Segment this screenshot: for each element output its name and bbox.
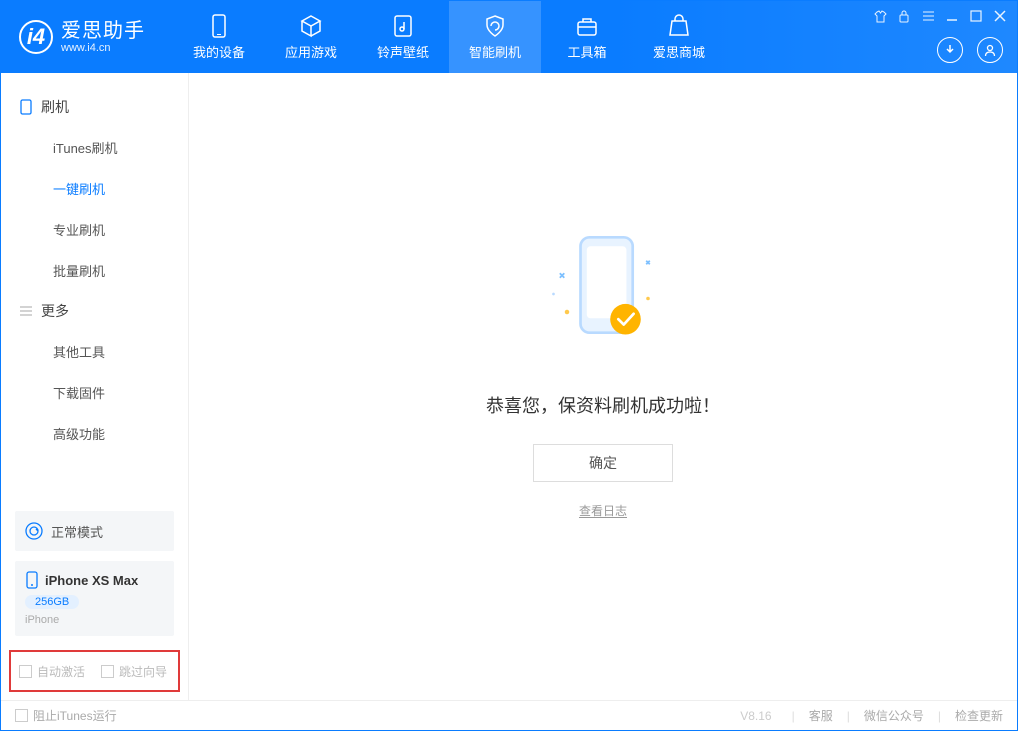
- sidebar-item-pro-flash[interactable]: 专业刷机: [1, 209, 188, 250]
- sidebar-item-other-tools[interactable]: 其他工具: [1, 331, 188, 372]
- device-info[interactable]: iPhone XS Max 256GB iPhone: [15, 561, 174, 636]
- app-header: i4 爱思助手 www.i4.cn 我的设备 应用游戏 铃声壁纸 智能刷机 工具…: [1, 1, 1017, 73]
- sidebar-item-advanced[interactable]: 高级功能: [1, 413, 188, 454]
- sidebar-group-flash: 刷机: [1, 87, 188, 127]
- tab-flash[interactable]: 智能刷机: [449, 1, 541, 73]
- sidebar-item-download-firmware[interactable]: 下载固件: [1, 372, 188, 413]
- menu-icon[interactable]: [921, 9, 935, 23]
- sidebar: 刷机 iTunes刷机 一键刷机 专业刷机 批量刷机 更多 其他工具 下载固件 …: [1, 73, 189, 700]
- confirm-button[interactable]: 确定: [533, 444, 673, 482]
- tab-ringtones[interactable]: 铃声壁纸: [357, 1, 449, 73]
- user-icon[interactable]: [977, 37, 1003, 63]
- success-illustration: [513, 214, 693, 374]
- mode-indicator[interactable]: 正常模式: [15, 511, 174, 551]
- checkbox-skip-guide[interactable]: 跳过向导: [101, 663, 167, 680]
- download-icon[interactable]: [937, 37, 963, 63]
- main-nav: 我的设备 应用游戏 铃声壁纸 智能刷机 工具箱 爱思商城: [173, 1, 725, 73]
- list-icon: [19, 305, 33, 317]
- device-icon: [19, 99, 33, 115]
- checkbox-block-itunes[interactable]: 阻止iTunes运行: [15, 707, 117, 724]
- tab-toolbox[interactable]: 工具箱: [541, 1, 633, 73]
- lock-icon[interactable]: [897, 9, 911, 23]
- device-name-text: iPhone XS Max: [45, 573, 138, 588]
- status-bar: 阻止iTunes运行 V8.16 | 客服 | 微信公众号 | 检查更新: [1, 700, 1017, 730]
- sidebar-item-oneclick-flash[interactable]: 一键刷机: [1, 168, 188, 209]
- sync-icon: [25, 522, 43, 540]
- checkbox-icon: [19, 665, 32, 678]
- device-type: iPhone: [25, 614, 164, 626]
- phone-outline-icon: [25, 571, 39, 589]
- view-log-link[interactable]: 查看日志: [579, 502, 627, 519]
- tab-apps[interactable]: 应用游戏: [265, 1, 357, 73]
- device-storage: 256GB: [25, 595, 79, 609]
- sidebar-item-batch-flash[interactable]: 批量刷机: [1, 250, 188, 291]
- window-controls: [873, 9, 1007, 23]
- minimize-icon[interactable]: [945, 9, 959, 23]
- app-title: 爱思助手: [61, 21, 145, 41]
- cube-icon: [299, 14, 323, 38]
- app-logo: i4 爱思助手 www.i4.cn: [19, 20, 145, 54]
- checkbox-icon: [15, 709, 28, 722]
- close-icon[interactable]: [993, 9, 1007, 23]
- toolbox-icon: [575, 14, 599, 38]
- success-message: 恭喜您，保资料刷机成功啦！: [486, 392, 720, 418]
- music-file-icon: [391, 14, 415, 38]
- checkbox-auto-activate[interactable]: 自动激活: [19, 663, 85, 680]
- app-url: www.i4.cn: [61, 43, 145, 54]
- tab-my-device[interactable]: 我的设备: [173, 1, 265, 73]
- phone-icon: [207, 14, 231, 38]
- shirt-icon[interactable]: [873, 9, 887, 23]
- options-highlight-box: 自动激活 跳过向导: [9, 650, 180, 692]
- bag-icon: [667, 14, 691, 38]
- shield-refresh-icon: [483, 14, 507, 38]
- sidebar-group-more: 更多: [1, 291, 188, 331]
- maximize-icon[interactable]: [969, 9, 983, 23]
- support-link[interactable]: 客服: [809, 707, 833, 724]
- check-update-link[interactable]: 检查更新: [955, 707, 1003, 724]
- checkbox-icon: [101, 665, 114, 678]
- version-text: V8.16: [740, 709, 771, 723]
- tab-store[interactable]: 爱思商城: [633, 1, 725, 73]
- header-actions: [937, 37, 1003, 63]
- main-content: 恭喜您，保资料刷机成功啦！ 确定 查看日志: [189, 73, 1017, 700]
- logo-icon: i4: [19, 20, 53, 54]
- sidebar-item-itunes-flash[interactable]: iTunes刷机: [1, 127, 188, 168]
- wechat-link[interactable]: 微信公众号: [864, 707, 924, 724]
